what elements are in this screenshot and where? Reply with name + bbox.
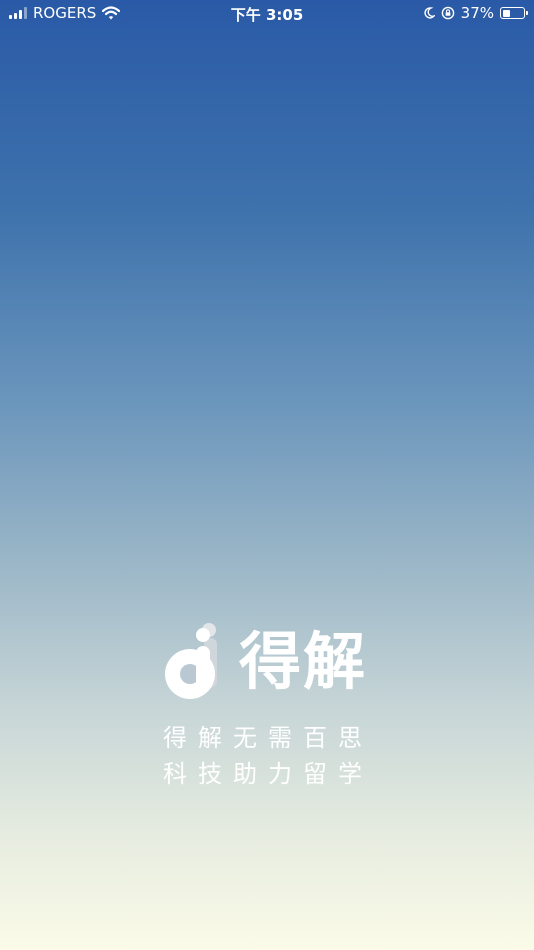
app-logo-icon (165, 623, 217, 699)
battery-level (502, 9, 510, 17)
app-name: 得解 (239, 625, 368, 698)
slogan-line-2: 科技助力留学 (163, 760, 373, 788)
battery-icon (500, 7, 528, 19)
orientation-lock-icon (441, 6, 454, 20)
moon-icon (424, 7, 435, 19)
splash-brand: 得解 得解无需百思 科技助力留学 (163, 622, 373, 792)
slogan-line-1: 得解无需百思 (163, 724, 373, 752)
status-right: 37% (423, 4, 528, 22)
status-bar: ROGERS 下午 3:05 37% (0, 0, 534, 28)
battery-percent: 37% (460, 4, 494, 22)
logo-row: 得解 (163, 622, 373, 702)
